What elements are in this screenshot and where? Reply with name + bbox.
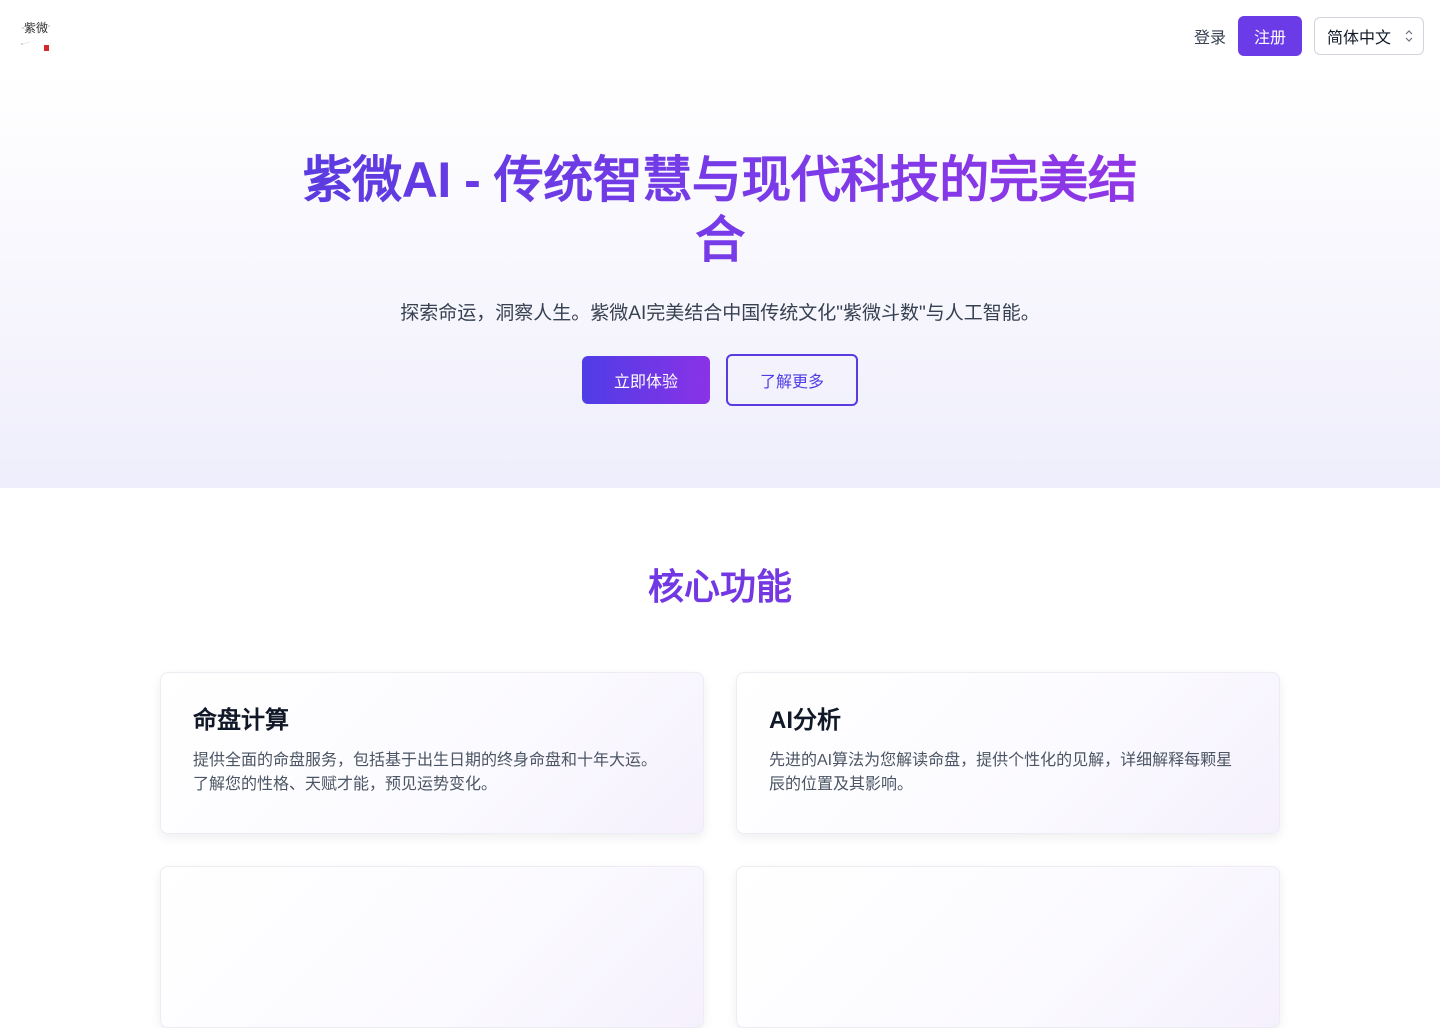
logo-char-1: 紫微	[24, 21, 48, 35]
try-now-button[interactable]: 立即体验	[582, 356, 710, 404]
login-link[interactable]: 登录	[1194, 24, 1226, 48]
feature-cards: 命盘计算 提供全面的命盘服务，包括基于出生日期的终身命盘和十年大运。了解您的性格…	[160, 672, 1280, 1028]
chevron-updown-icon	[1405, 30, 1413, 42]
feature-card-3	[160, 866, 704, 1028]
feature-card-4	[736, 866, 1280, 1028]
hero-section: 紫微AI - 传统智慧与现代科技的完美结合 探索命运，洞察人生。紫微AI完美结合…	[0, 72, 1440, 488]
feature-card-description: 先进的AI算法为您解读命盘，提供个性化的见解，详细解释每颗星辰的位置及其影响。	[769, 752, 1233, 793]
hero-subtitle: 探索命运，洞察人生。紫微AI完美结合中国传统文化"紫微斗数"与人工智能。	[400, 303, 1040, 324]
hero-buttons: 立即体验 了解更多	[0, 354, 1440, 406]
feature-card-chart-calc: 命盘计算 提供全面的命盘服务，包括基于出生日期的终身命盘和十年大运。了解您的性格…	[160, 672, 704, 834]
feature-card-title: 命盘计算	[193, 707, 289, 734]
logo[interactable]: 紫微	[18, 18, 54, 54]
feature-card-title: AI分析	[769, 707, 841, 734]
language-select-value: 简体中文	[1327, 30, 1392, 47]
features-title: 核心功能	[0, 563, 1440, 611]
header-actions: 登录 注册 简体中文	[1194, 16, 1424, 56]
feature-card-ai-analysis: AI分析 先进的AI算法为您解读命盘，提供个性化的见解，详细解释每颗星辰的位置及…	[736, 672, 1280, 834]
top-nav: 紫微 登录 注册 简体中文	[0, 0, 1440, 72]
register-button[interactable]: 注册	[1238, 16, 1302, 56]
language-select[interactable]: 简体中文	[1314, 17, 1424, 55]
logo-icon: 紫微	[21, 21, 50, 51]
feature-card-description: 提供全面的命盘服务，包括基于出生日期的终身命盘和十年大运。了解您的性格、天赋才能…	[193, 752, 658, 793]
learn-more-button[interactable]: 了解更多	[726, 354, 858, 406]
hero-title: 紫微AI - 传统智慧与现代科技的完美结合	[300, 150, 1140, 270]
